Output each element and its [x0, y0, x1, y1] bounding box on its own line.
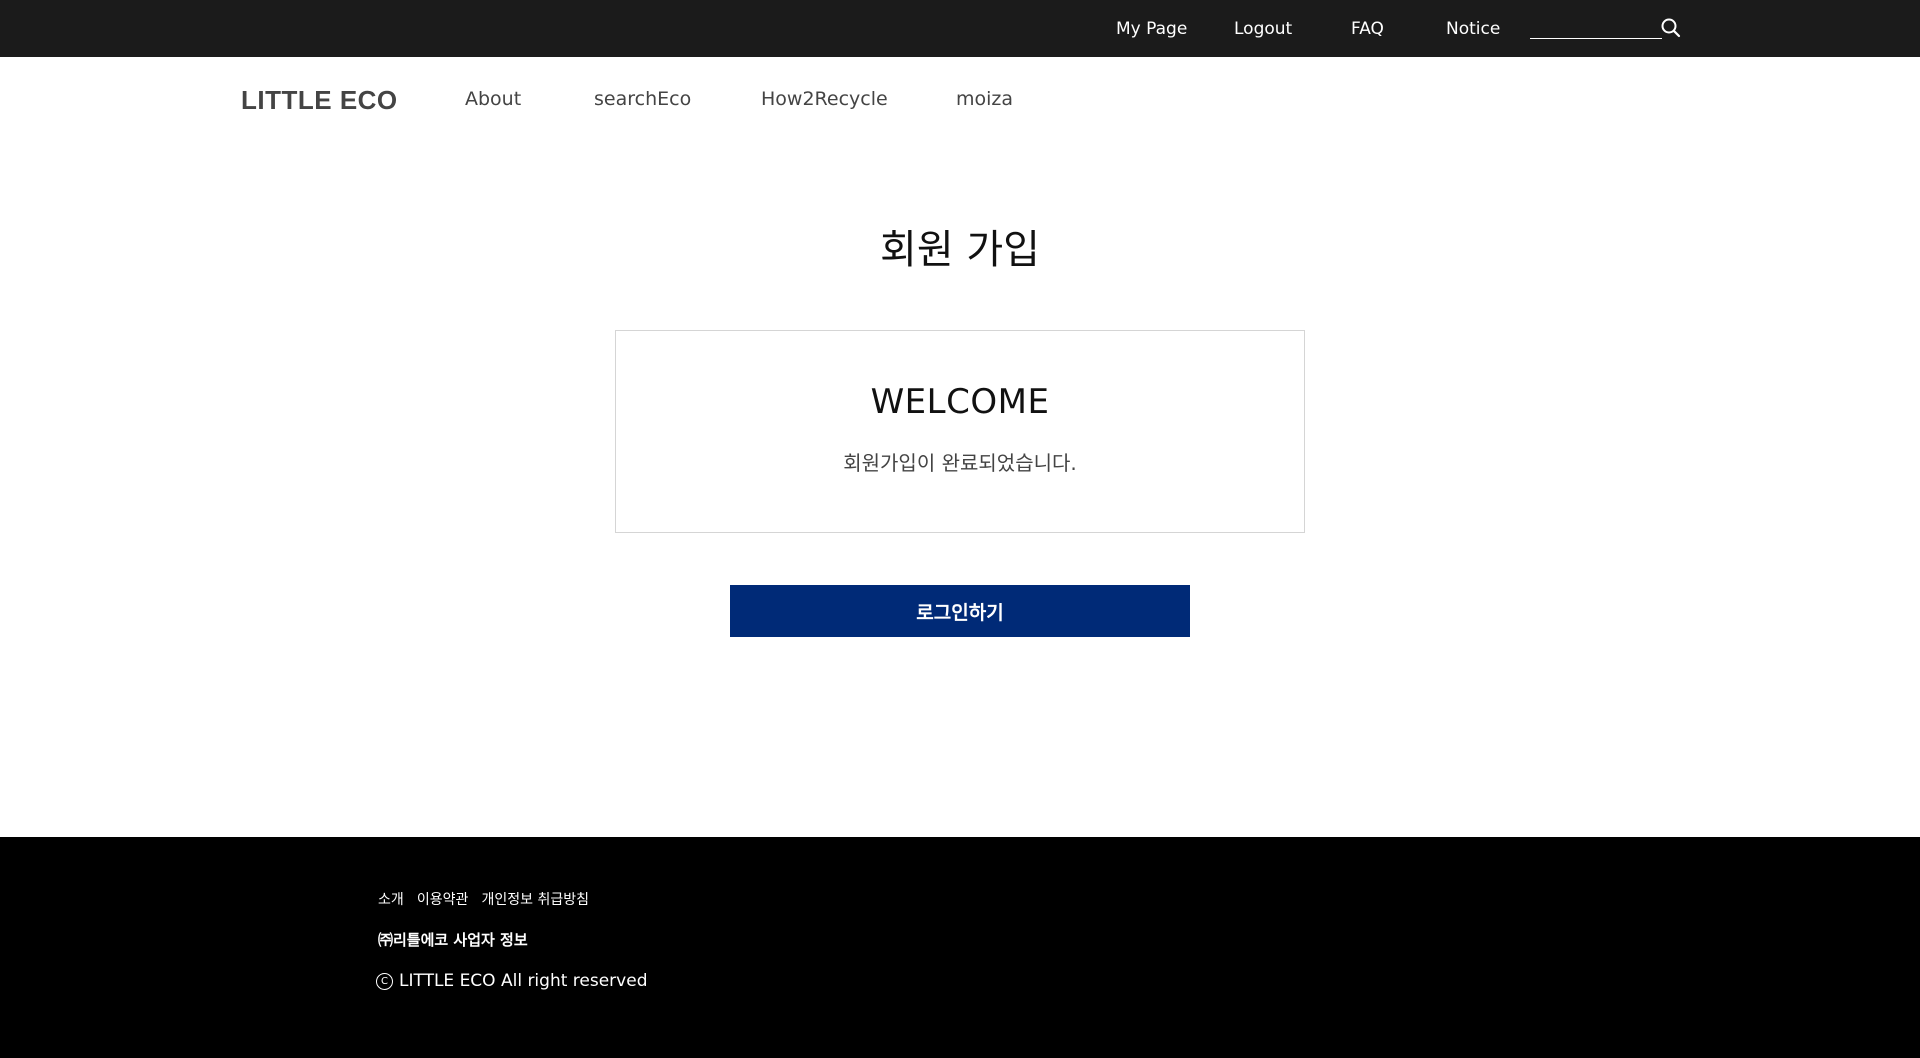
welcome-message: 회원가입이 완료되었습니다. [843, 451, 1077, 475]
footer-link-about[interactable]: 소개 [378, 892, 404, 908]
faq-link[interactable]: FAQ [1351, 18, 1384, 40]
copyright-text: LITTLE ECO All right reserved [399, 971, 648, 991]
nav-item-moiza[interactable]: moiza [956, 88, 1013, 110]
company-info[interactable]: ㈜리틀에코 사업자 정보 [378, 929, 528, 950]
logout-link[interactable]: Logout [1234, 18, 1292, 40]
top-bar: My Page Logout FAQ Notice [0, 0, 1920, 57]
footer-links: 소개 이용약관 개인정보 취급방침 [378, 889, 597, 909]
copyright-icon: C [376, 972, 393, 990]
login-button[interactable]: 로그인하기 [730, 585, 1190, 637]
search-icon[interactable] [1660, 17, 1682, 39]
welcome-title: WELCOME [870, 382, 1050, 422]
welcome-box: WELCOME 회원가입이 완료되었습니다. [615, 330, 1305, 533]
page-title: 회원 가입 [880, 227, 1040, 273]
footer-link-privacy[interactable]: 개인정보 취급방침 [481, 892, 589, 908]
search-input[interactable] [1530, 14, 1662, 39]
search-box [1530, 14, 1682, 42]
main-nav: LITTLE ECO About searchEco How2Recycle m… [0, 57, 1920, 137]
footer: 소개 이용약관 개인정보 취급방침 ㈜리틀에코 사업자 정보 C LITTLE … [0, 837, 1920, 1058]
footer-link-terms[interactable]: 이용약관 [417, 892, 469, 908]
copyright: C LITTLE ECO All right reserved [376, 971, 647, 991]
nav-item-how2recycle[interactable]: How2Recycle [761, 88, 888, 110]
my-page-link[interactable]: My Page [1116, 18, 1187, 40]
nav-item-searcheco[interactable]: searchEco [594, 88, 691, 110]
logo[interactable]: LITTLE ECO [241, 85, 398, 116]
nav-item-about[interactable]: About [465, 88, 521, 110]
notice-link[interactable]: Notice [1446, 18, 1500, 40]
